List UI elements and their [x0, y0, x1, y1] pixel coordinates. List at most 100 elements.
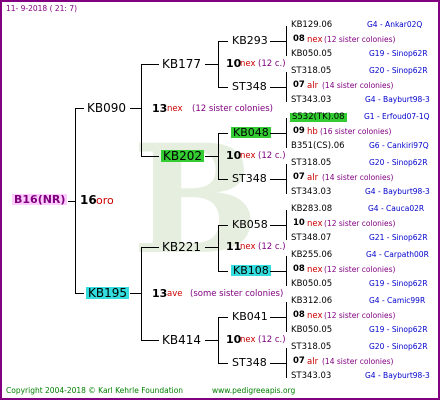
gen4-breeder: G21 - Sinop62R: [369, 233, 428, 242]
connector: [218, 41, 219, 88]
gen4-breeder: G4 - Bayburt98-3: [365, 95, 430, 104]
gen4-race: alr: [307, 81, 319, 91]
gen2-race: nex: [240, 242, 256, 252]
gen4-id[interactable]: KB255.06: [291, 251, 332, 260]
connector: [218, 317, 228, 318]
gen4-id[interactable]: ST343.03: [291, 188, 331, 197]
gen1-note: (some sister colonies): [190, 289, 284, 299]
gen4-note: (12 sister colonies): [324, 35, 396, 44]
gen4-id[interactable]: ST343.03: [291, 372, 331, 381]
connector: [141, 156, 159, 157]
gen2-id[interactable]: KB414: [162, 334, 201, 346]
connector: [218, 363, 228, 364]
gen4-breeder: G4 - Cauca02R: [368, 204, 425, 213]
connector: [286, 210, 287, 240]
gen2-id[interactable]: KB202: [161, 150, 205, 162]
gen3-id[interactable]: ST348: [232, 357, 267, 368]
gen4-id[interactable]: ST348.07: [291, 234, 331, 243]
gen4-id[interactable]: KB312.06: [291, 297, 332, 306]
gen1-id[interactable]: KB090: [87, 102, 126, 114]
gen4-id[interactable]: S532(TK).08: [290, 113, 347, 122]
connector: [141, 340, 159, 341]
root-gen: 16: [80, 193, 97, 207]
gen4-breeder: G6 - Cankiri97Q: [369, 141, 429, 150]
connector: [270, 225, 286, 226]
gen1-id[interactable]: KB195: [86, 287, 130, 299]
connector: [286, 118, 287, 148]
gen4-breeder: G4 - Ankar02Q: [367, 20, 423, 29]
connector: [286, 72, 287, 102]
gen4-id[interactable]: KB129.06: [291, 21, 332, 30]
gen1-race: ave: [167, 289, 183, 299]
gen4-id[interactable]: ST318.05: [291, 67, 331, 76]
connector: [205, 247, 219, 248]
gen4-id[interactable]: KB050.05: [291, 50, 332, 59]
connector: [141, 64, 142, 156]
connector: [270, 363, 286, 364]
gen4-race: nex: [307, 219, 323, 229]
gen4-breeder: G4 - Bayburt98-3: [365, 187, 430, 196]
gen3-race: nex: [240, 59, 256, 69]
connector: [270, 87, 286, 88]
gen4-gen: 08: [293, 34, 305, 44]
connector: [218, 179, 228, 180]
gen4-breeder: G19 - Sinop62R: [369, 49, 428, 58]
connector: [286, 256, 287, 286]
gen3-id[interactable]: KB293: [232, 35, 268, 46]
gen4-gen: 07: [293, 356, 305, 366]
gen3-id[interactable]: KB041: [232, 311, 268, 322]
gen4-breeder: G20 - Sinop62R: [369, 66, 428, 75]
root-id[interactable]: B16(NR): [12, 194, 68, 205]
gen4-race: nex: [307, 311, 323, 321]
gen4-gen: 08: [293, 310, 305, 320]
gen4-note: (14 sister colonies): [322, 81, 394, 90]
gen3-id[interactable]: ST348: [232, 173, 267, 184]
gen4-id[interactable]: ST343.03: [291, 96, 331, 105]
gen2-id[interactable]: KB221: [162, 241, 201, 253]
connector: [218, 133, 228, 134]
gen4-race: alr: [307, 357, 319, 367]
gen4-gen: 10: [293, 218, 305, 228]
gen4-race: nex: [307, 35, 323, 45]
gen2-id[interactable]: KB177: [162, 58, 201, 70]
connector: [286, 164, 287, 194]
gen2-race: nex: [240, 151, 256, 161]
gen2-note: (12 c.): [258, 242, 286, 252]
connector: [141, 247, 142, 341]
gen4-race: alr: [307, 173, 319, 183]
gen4-breeder: G4 - Camic99R: [369, 296, 426, 305]
gen3-id[interactable]: KB058: [232, 219, 268, 230]
gen4-note: (16 sister colonies): [320, 127, 392, 136]
gen3-id[interactable]: ST348: [232, 81, 267, 92]
gen4-id[interactable]: KB050.05: [291, 326, 332, 335]
gen4-breeder: G19 - Sinop62R: [369, 325, 428, 334]
gen4-id[interactable]: KB050.05: [291, 280, 332, 289]
connector: [270, 41, 286, 42]
gen3-id[interactable]: KB108: [231, 265, 271, 276]
connector: [75, 108, 76, 294]
gen4-id[interactable]: KB283.08: [291, 205, 332, 214]
gen4-note: (12 sister colonies): [324, 265, 396, 274]
gen4-breeder: G4 - Bayburt98-3: [365, 371, 430, 380]
connector: [218, 133, 219, 180]
connector: [270, 133, 286, 134]
gen4-gen: 09: [293, 126, 305, 136]
footer-copyright: Copyright 2004-2018 © Karl Kehrle Founda…: [6, 386, 184, 395]
connector: [218, 225, 228, 226]
connector: [218, 271, 228, 272]
gen4-id[interactable]: B351(CS).06: [291, 142, 345, 151]
gen4-breeder: G20 - Sinop62R: [369, 158, 428, 167]
gen4-id[interactable]: ST318.05: [291, 343, 331, 352]
gen1-gen: 13: [152, 102, 168, 115]
connector: [270, 317, 286, 318]
gen2-race: nex: [240, 335, 256, 345]
gen3-id[interactable]: KB048: [231, 127, 271, 138]
root-race: oro: [96, 194, 114, 207]
gen4-breeder: G19 - Sinop62R: [369, 279, 428, 288]
gen2-note: (12 c.): [258, 151, 286, 161]
gen4-note: (12 sister colonies): [324, 311, 396, 320]
footer-url[interactable]: www.pedigreeapis.org: [212, 387, 295, 395]
gen4-breeder: G4 - Carpath00R: [366, 250, 429, 259]
gen4-id[interactable]: ST318.05: [291, 159, 331, 168]
connector: [270, 179, 286, 180]
